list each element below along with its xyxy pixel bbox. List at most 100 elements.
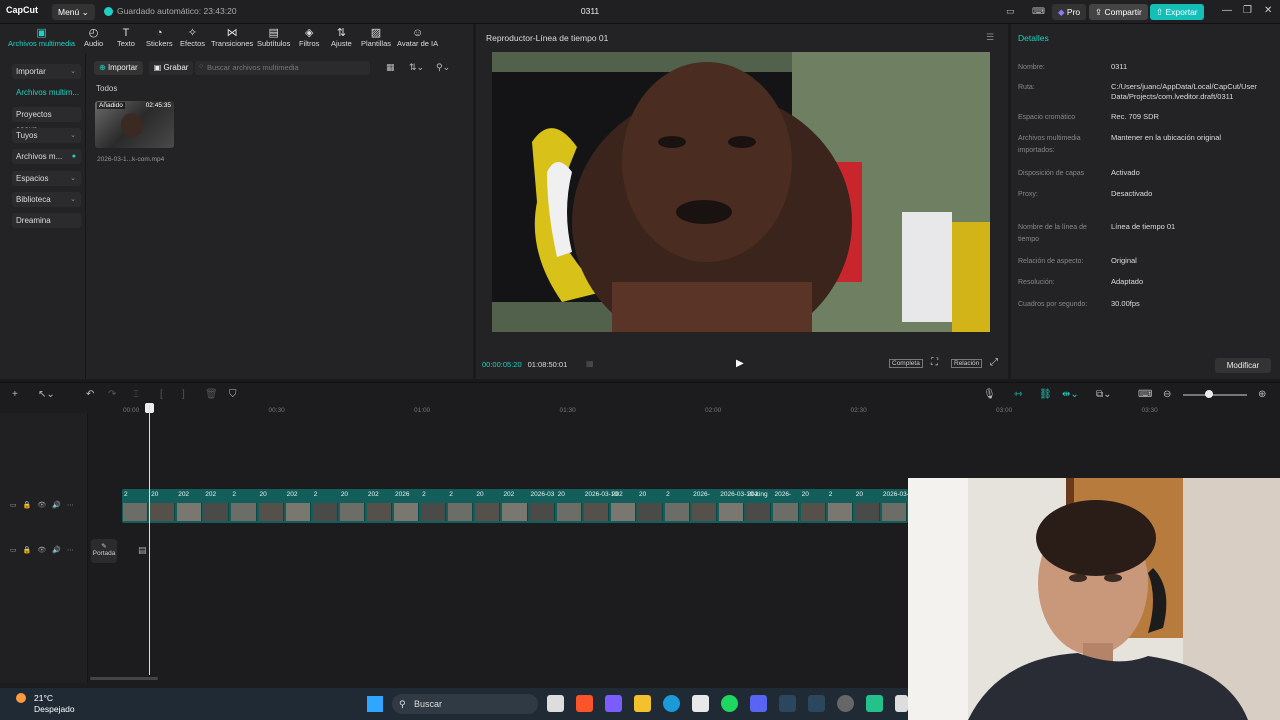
delete-icon[interactable]: 🗑 xyxy=(205,389,218,400)
split-icon[interactable]: ⌶ xyxy=(133,389,139,400)
sidebar-item[interactable]: Archivos multim... xyxy=(12,85,81,100)
app-green-icon[interactable] xyxy=(866,695,883,712)
clip-thumbnail[interactable] xyxy=(150,503,176,521)
taskbar-search[interactable]: Buscar xyxy=(392,694,538,714)
microphone-icon[interactable]: 🎙 xyxy=(983,389,996,400)
sidebar-item[interactable]: Biblioteca ⌄ xyxy=(12,192,81,207)
preview-axis-icon[interactable]: ⇹⌄ xyxy=(1062,389,1079,400)
capcut-app-icon[interactable] xyxy=(605,695,622,712)
zoom-in-icon[interactable]: ⊕ xyxy=(1258,389,1266,400)
layout-icon[interactable]: ▭ xyxy=(1006,6,1015,17)
clip-thumbnail[interactable] xyxy=(448,503,474,521)
film-icon[interactable]: ▤ xyxy=(138,545,147,556)
toolbar-templates[interactable]: ▨ Plantillas xyxy=(361,24,391,48)
crop-icon[interactable]: ⛶ xyxy=(931,357,938,368)
link-icon[interactable]: ⛓ xyxy=(1039,389,1052,400)
sort-icon[interactable]: ⇅⌄ xyxy=(409,62,424,73)
clip-thumbnail[interactable] xyxy=(719,503,745,521)
clip-thumbnail[interactable] xyxy=(394,503,420,521)
clip-thumbnail[interactable] xyxy=(556,503,582,521)
import-button[interactable]: ⊕ Importar xyxy=(94,61,143,75)
toolbar-subtitles[interactable]: ▤ Subtítulos xyxy=(257,24,290,48)
task-view-icon[interactable] xyxy=(547,695,564,712)
zoom-out-icon[interactable]: ⊖ xyxy=(1163,389,1171,400)
toolbar-media[interactable]: ▣ Archivos multimedia xyxy=(8,24,75,48)
captions-icon[interactable]: ⌨ xyxy=(1138,389,1152,400)
steam-icon[interactable] xyxy=(779,695,796,712)
compose-icon[interactable]: ⧉⌄ xyxy=(1096,389,1112,400)
clip-thumbnail[interactable] xyxy=(231,503,257,521)
share-button[interactable]: ⇪ Compartir xyxy=(1089,4,1148,20)
spotify-icon[interactable] xyxy=(721,695,738,712)
clip-thumbnail[interactable] xyxy=(746,503,772,521)
ratio-button[interactable]: Relación xyxy=(951,359,983,368)
media-search-input[interactable]: Buscar archivos multimedia xyxy=(195,61,370,75)
brave-browser-icon[interactable] xyxy=(576,695,593,712)
clip-thumbnail[interactable] xyxy=(529,503,555,521)
grid-view-icon[interactable]: ▦ xyxy=(386,62,395,73)
toolbar-adjust[interactable]: ⇅ Ajuste xyxy=(331,24,352,48)
undo-icon[interactable]: ↶ xyxy=(86,389,94,400)
clip-thumbnail[interactable] xyxy=(123,503,149,521)
clip-thumbnail[interactable] xyxy=(258,503,284,521)
edge-browser-icon[interactable] xyxy=(663,695,680,712)
sidebar-item[interactable]: Proyectos secun... xyxy=(12,107,81,134)
toolbar-audio[interactable]: ◴ Audio xyxy=(84,24,103,48)
keyboard-icon[interactable]: ⌨ xyxy=(1032,6,1045,17)
zoom-slider-handle[interactable] xyxy=(1205,390,1213,398)
zoom-slider[interactable] xyxy=(1183,394,1247,396)
discord-icon[interactable] xyxy=(750,695,767,712)
redo-icon[interactable]: ↷ xyxy=(108,389,116,400)
hamburger-icon[interactable]: ☰ xyxy=(986,32,994,43)
media-thumbnail[interactable]: Añadido 02:45:35 xyxy=(95,101,174,148)
clip-thumbnail[interactable] xyxy=(366,503,393,521)
clip-thumbnail[interactable] xyxy=(773,503,799,521)
sidebar-item[interactable]: Importar ⌄ xyxy=(12,64,81,79)
record-button[interactable]: ▣ Grabar xyxy=(148,61,194,75)
clip-thumbnail[interactable] xyxy=(421,503,447,521)
clip-thumbnail[interactable] xyxy=(312,503,338,521)
play-button[interactable]: ▶ xyxy=(736,358,744,369)
modify-button[interactable]: Modificar xyxy=(1215,358,1271,373)
filter-icon[interactable]: ⚲⌄ xyxy=(436,62,450,73)
clip-thumbnail[interactable] xyxy=(881,503,907,521)
windows-start-icon[interactable] xyxy=(367,696,383,712)
main-track-controls[interactable]: ▭🔒👁🔊⋯ xyxy=(10,501,80,509)
second-track-controls[interactable]: ▭🔒👁🔊⋯ xyxy=(10,546,80,554)
clip-thumbnail[interactable] xyxy=(339,503,365,521)
toolbar-effects[interactable]: ✧ Efectos xyxy=(180,24,205,48)
add-track-icon[interactable]: + xyxy=(12,389,18,400)
full-quality-button[interactable]: Completa xyxy=(889,359,923,368)
clip-thumbnail[interactable] xyxy=(637,503,664,521)
clip-thumbnail[interactable] xyxy=(692,503,718,521)
clip-thumbnail[interactable] xyxy=(827,503,853,521)
sidebar-item[interactable]: Dreamina xyxy=(12,213,81,228)
video-preview[interactable] xyxy=(492,52,990,332)
close-icon[interactable]: ✕ xyxy=(1264,5,1272,16)
toolbar-text[interactable]: T Texto xyxy=(117,24,135,48)
clip-thumbnail[interactable] xyxy=(854,503,880,521)
main-video-track[interactable]: 2 20 202 202 2 20 202 2 20 202 2026 2 2 20 202 2026-03 2… xyxy=(122,489,908,523)
app-partial-icon[interactable] xyxy=(895,695,908,712)
clip-thumbnail[interactable] xyxy=(475,503,501,521)
sidebar-item[interactable]: Archivos m... ● xyxy=(12,149,81,164)
cover-button[interactable]: ✎ Portada xyxy=(91,539,117,563)
steam-secondary-icon[interactable] xyxy=(808,695,825,712)
toolbar-ai-avatar[interactable]: ☺ Avatar de IA xyxy=(397,24,438,48)
export-button[interactable]: ⇧ Exportar xyxy=(1150,4,1204,20)
trim-right-icon[interactable]: ] xyxy=(182,389,185,400)
file-explorer-icon[interactable] xyxy=(634,695,651,712)
fullscreen-icon[interactable]: ⤢ xyxy=(990,357,998,368)
toolbar-sticker[interactable]: ◔ Stickers xyxy=(146,24,173,48)
clip-thumbnail[interactable] xyxy=(583,503,609,521)
chrome-icon[interactable] xyxy=(837,695,854,712)
clip-thumbnail[interactable] xyxy=(204,503,230,521)
minimize-icon[interactable]: — xyxy=(1222,5,1232,16)
maximize-icon[interactable]: ❐ xyxy=(1243,5,1252,16)
clip-thumbnail[interactable] xyxy=(502,503,528,521)
sidebar-item[interactable]: Tuyos ⌄ xyxy=(12,128,81,143)
store-icon[interactable] xyxy=(692,695,709,712)
clip-thumbnail[interactable] xyxy=(665,503,691,521)
clip-thumbnail[interactable] xyxy=(285,503,311,521)
menu-button[interactable]: Menú ⌄ xyxy=(52,4,95,20)
